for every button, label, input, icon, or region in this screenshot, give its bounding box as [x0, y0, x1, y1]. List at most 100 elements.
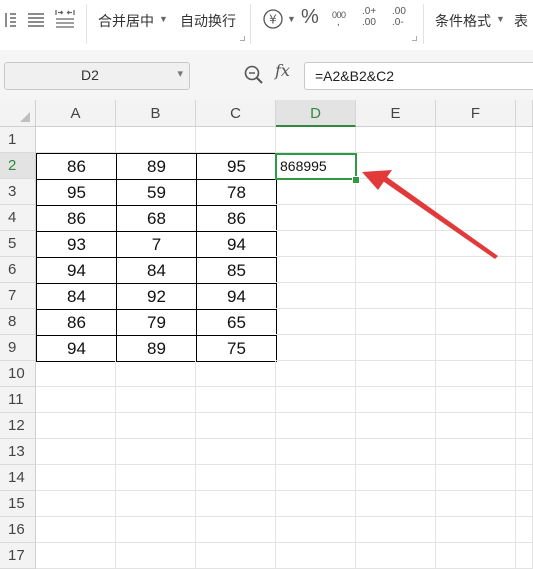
table-cell[interactable]: [36, 127, 116, 153]
table-cell[interactable]: 85: [196, 257, 277, 284]
table-cell[interactable]: [516, 335, 533, 361]
chevron-down-icon[interactable]: ▼: [159, 14, 168, 24]
table-cell[interactable]: [276, 387, 356, 413]
table-cell[interactable]: [276, 309, 356, 335]
row-header-15[interactable]: 15: [0, 491, 36, 517]
table-cell[interactable]: 89: [116, 335, 197, 362]
row-header-5[interactable]: 5: [0, 231, 36, 257]
table-cell[interactable]: 65: [196, 309, 277, 336]
table-cell[interactable]: [356, 231, 436, 257]
select-all-corner[interactable]: [0, 100, 36, 127]
table-cell[interactable]: [356, 127, 436, 153]
table-cell[interactable]: [36, 439, 116, 465]
chevron-down-icon[interactable]: ▼: [287, 14, 296, 24]
table-cell[interactable]: [516, 283, 533, 309]
table-cell[interactable]: [356, 439, 436, 465]
table-cell[interactable]: [436, 439, 516, 465]
table-cell[interactable]: [356, 517, 436, 543]
currency-icon[interactable]: ¥: [262, 8, 284, 30]
table-cell[interactable]: [356, 179, 436, 205]
table-cell[interactable]: 86: [36, 205, 117, 232]
table-cell[interactable]: [516, 231, 533, 257]
table-cell[interactable]: 86: [196, 205, 277, 232]
table-cell[interactable]: [436, 517, 516, 543]
table-cell[interactable]: [516, 257, 533, 283]
table-cell[interactable]: [516, 361, 533, 387]
table-cell[interactable]: 75: [196, 335, 277, 362]
table-cell[interactable]: 86: [36, 153, 117, 180]
table-cell[interactable]: [436, 283, 516, 309]
column-header-e[interactable]: E: [356, 100, 436, 127]
row-header-7[interactable]: 7: [0, 283, 36, 309]
table-style-button[interactable]: 表: [514, 11, 528, 31]
table-cell[interactable]: [196, 127, 276, 153]
table-cell[interactable]: [116, 543, 196, 569]
table-cell[interactable]: [516, 205, 533, 231]
table-cell[interactable]: [516, 309, 533, 335]
column-header-f[interactable]: F: [436, 100, 516, 127]
table-cell[interactable]: [276, 543, 356, 569]
table-cell[interactable]: [516, 153, 533, 179]
chevron-down-icon[interactable]: ▾: [177, 67, 183, 80]
table-cell[interactable]: [116, 517, 196, 543]
row-header-2[interactable]: 2: [0, 153, 36, 179]
row-header-1[interactable]: 1: [0, 127, 36, 153]
table-cell[interactable]: [116, 387, 196, 413]
table-cell[interactable]: 59: [116, 179, 197, 206]
row-header-10[interactable]: 10: [0, 361, 36, 387]
row-header-11[interactable]: 11: [0, 387, 36, 413]
name-box[interactable]: D2 ▾: [4, 62, 190, 90]
table-cell[interactable]: 78: [196, 179, 277, 206]
table-cell[interactable]: 94: [36, 335, 117, 362]
table-cell[interactable]: [36, 517, 116, 543]
table-cell[interactable]: [436, 413, 516, 439]
table-cell[interactable]: 84: [116, 257, 197, 284]
table-cell[interactable]: [276, 283, 356, 309]
wrap-text-button[interactable]: 自动换行: [180, 11, 236, 31]
table-cell[interactable]: [276, 127, 356, 153]
table-cell[interactable]: [356, 361, 436, 387]
table-cell[interactable]: [196, 387, 276, 413]
table-cell[interactable]: [356, 543, 436, 569]
fill-handle[interactable]: [352, 176, 360, 184]
table-cell[interactable]: [516, 491, 533, 517]
table-cell[interactable]: [356, 491, 436, 517]
table-cell[interactable]: [516, 179, 533, 205]
row-header-12[interactable]: 12: [0, 413, 36, 439]
insert-function-button[interactable]: fx: [275, 61, 290, 80]
table-cell[interactable]: 95: [36, 179, 117, 206]
table-cell[interactable]: [196, 543, 276, 569]
table-cell[interactable]: [116, 127, 196, 153]
dialog-launcher-icon[interactable]: [412, 36, 417, 41]
table-cell[interactable]: [436, 465, 516, 491]
table-cell[interactable]: [356, 153, 436, 179]
table-cell[interactable]: [36, 543, 116, 569]
table-cell[interactable]: [196, 465, 276, 491]
table-cell[interactable]: 94: [36, 257, 117, 284]
table-cell[interactable]: 94: [196, 283, 277, 310]
table-cell[interactable]: [36, 387, 116, 413]
zoom-search-icon[interactable]: [243, 64, 265, 86]
table-cell[interactable]: [276, 231, 356, 257]
column-header-g[interactable]: [516, 100, 533, 127]
table-cell[interactable]: [276, 335, 356, 361]
table-cell[interactable]: [356, 335, 436, 361]
table-cell[interactable]: [196, 517, 276, 543]
table-cell[interactable]: [116, 465, 196, 491]
table-cell[interactable]: 93: [36, 231, 117, 258]
table-cell[interactable]: [116, 413, 196, 439]
table-cell[interactable]: [276, 413, 356, 439]
table-cell[interactable]: [36, 361, 116, 387]
increase-decimal-button[interactable]: .0+ .00: [362, 6, 376, 28]
column-header-d[interactable]: D: [276, 100, 356, 127]
table-cell[interactable]: [36, 491, 116, 517]
table-cell[interactable]: 84: [36, 283, 117, 310]
table-cell[interactable]: [356, 413, 436, 439]
table-cell[interactable]: 94: [196, 231, 277, 258]
table-cell[interactable]: [436, 179, 516, 205]
table-cell[interactable]: [436, 309, 516, 335]
table-cell[interactable]: [36, 413, 116, 439]
table-cell[interactable]: [116, 439, 196, 465]
table-cell[interactable]: [196, 439, 276, 465]
row-header-14[interactable]: 14: [0, 465, 36, 491]
